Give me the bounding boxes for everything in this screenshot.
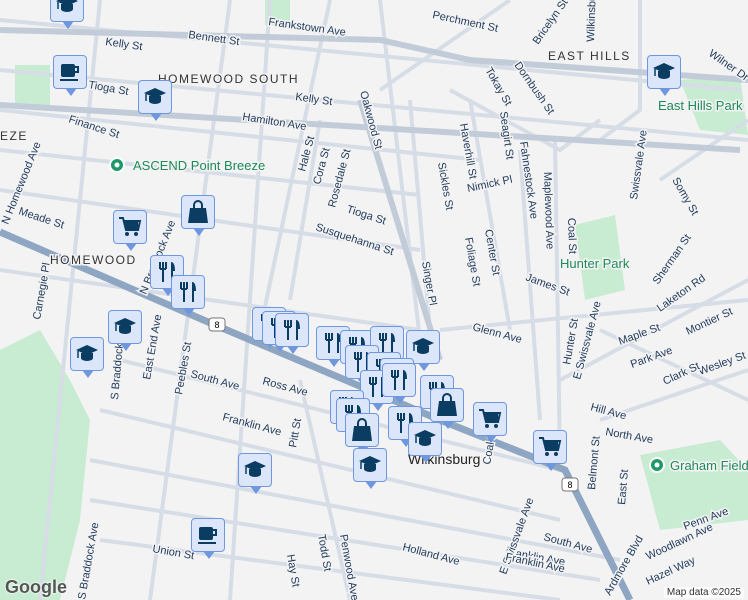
poi-ascend[interactable]: ASCEND Point Breeze xyxy=(109,157,267,175)
school-marker[interactable] xyxy=(238,453,272,494)
neighborhood-label: HOMEWOOD xyxy=(50,253,137,267)
street-label: Carnegie Pl xyxy=(31,262,53,321)
grocery-marker[interactable] xyxy=(533,430,567,471)
street-label: Pitt St xyxy=(287,418,304,449)
restaurant-icon xyxy=(279,317,305,343)
street-label: East St xyxy=(616,469,631,505)
street-label: Clark St xyxy=(661,360,702,387)
shopping-icon xyxy=(185,199,211,225)
neighborhood-label: HOMEWOOD SOUTH xyxy=(158,72,299,86)
cafe-marker[interactable] xyxy=(191,518,225,559)
school-icon xyxy=(74,341,100,367)
svg-text:8: 8 xyxy=(567,480,572,490)
school-marker[interactable] xyxy=(138,80,172,121)
restaurant-icon xyxy=(175,279,201,305)
street-label: Somy St xyxy=(669,176,700,218)
street-label: Oakwood St xyxy=(357,90,384,151)
restaurant-marker[interactable] xyxy=(171,275,205,316)
street-label: Kelly St xyxy=(295,91,334,108)
shopping-marker[interactable] xyxy=(181,195,215,236)
neighborhood-label: EAST HILLS xyxy=(548,49,631,63)
map-canvas[interactable]: 8 8 Bennett St Frankstown Ave Kelly St T… xyxy=(0,0,748,600)
school-marker[interactable] xyxy=(408,422,442,463)
street-label: South Ave xyxy=(189,368,240,393)
google-logo: Google xyxy=(5,577,67,597)
street-label: Hay St xyxy=(284,553,302,588)
street-label: Belmont St xyxy=(586,436,603,491)
street-label: Bennett St xyxy=(188,29,241,48)
school-marker[interactable] xyxy=(108,310,142,351)
restaurant-marker[interactable] xyxy=(382,363,416,404)
shopping-icon xyxy=(434,392,460,418)
street-label: Sherman St xyxy=(651,232,694,286)
svg-text:Graham Field: Graham Field xyxy=(670,458,748,473)
street-label: Maple St xyxy=(617,322,662,348)
school-icon xyxy=(651,59,677,85)
street-label: Tioga St xyxy=(345,203,387,227)
street-labels: Bennett St Frankstown Ave Kelly St Tioga… xyxy=(0,0,748,600)
street-label: Meade St xyxy=(17,205,65,231)
street-label: Union St xyxy=(151,543,195,562)
park-label[interactable]: Hunter Park xyxy=(559,255,632,273)
school-icon xyxy=(357,452,383,478)
school-icon xyxy=(242,457,268,483)
street-label: Sickles St xyxy=(435,161,455,211)
street-label: Foliage St xyxy=(462,236,482,287)
svg-text:ASCEND Point Breeze: ASCEND Point Breeze xyxy=(133,158,265,173)
grocery-marker[interactable] xyxy=(113,210,147,251)
street-label: Center St xyxy=(482,228,502,276)
shopping-marker[interactable] xyxy=(345,413,379,454)
school-marker[interactable] xyxy=(353,448,387,489)
street-label: S Braddock Ave xyxy=(76,522,101,600)
restaurant-marker[interactable] xyxy=(275,313,309,354)
school-icon xyxy=(112,314,138,340)
shopping-icon xyxy=(349,417,375,443)
route-shield: 8 xyxy=(561,477,579,492)
street-label: Peebles St xyxy=(173,341,194,395)
cafe-marker[interactable] xyxy=(53,55,87,96)
restaurant-icon xyxy=(386,367,412,393)
grocery-icon xyxy=(537,434,563,460)
street-label: Holland Ave xyxy=(401,541,461,568)
grocery-icon xyxy=(117,214,143,240)
street-label: Maplewood Ave xyxy=(541,172,556,250)
school-icon xyxy=(142,84,168,110)
grocery-icon xyxy=(477,406,503,432)
school-icon xyxy=(410,334,436,360)
street-label: Bricelyn St xyxy=(531,0,571,47)
neighborhood-label: EZE xyxy=(0,129,28,143)
street-label: Coal St xyxy=(565,218,578,254)
street-label: North Ave xyxy=(604,426,653,446)
park-label[interactable]: East Hills Park xyxy=(657,97,745,115)
street-label: Swissvale Ave xyxy=(628,129,650,200)
map-attribution[interactable]: Map data ©2025 xyxy=(663,587,744,598)
school-icon xyxy=(412,426,438,452)
cafe-icon xyxy=(195,522,221,548)
route-shield: 8 xyxy=(208,317,226,332)
shopping-marker[interactable] xyxy=(430,388,464,429)
school-marker[interactable] xyxy=(70,337,104,378)
school-marker[interactable] xyxy=(647,55,681,96)
street-label: Hamilton Ave xyxy=(242,111,308,133)
school-icon xyxy=(54,0,80,18)
street-label: Finance St xyxy=(67,113,121,141)
street-label: Tokay St xyxy=(482,66,513,109)
cafe-icon xyxy=(57,59,83,85)
street-label: Kelly St xyxy=(105,36,144,53)
street-label: Wilkinsburg xyxy=(585,0,599,42)
grocery-marker[interactable] xyxy=(473,402,507,443)
street-label: Franklin Ave xyxy=(221,411,282,438)
svg-text:8: 8 xyxy=(214,320,219,330)
school-marker[interactable] xyxy=(50,0,84,29)
